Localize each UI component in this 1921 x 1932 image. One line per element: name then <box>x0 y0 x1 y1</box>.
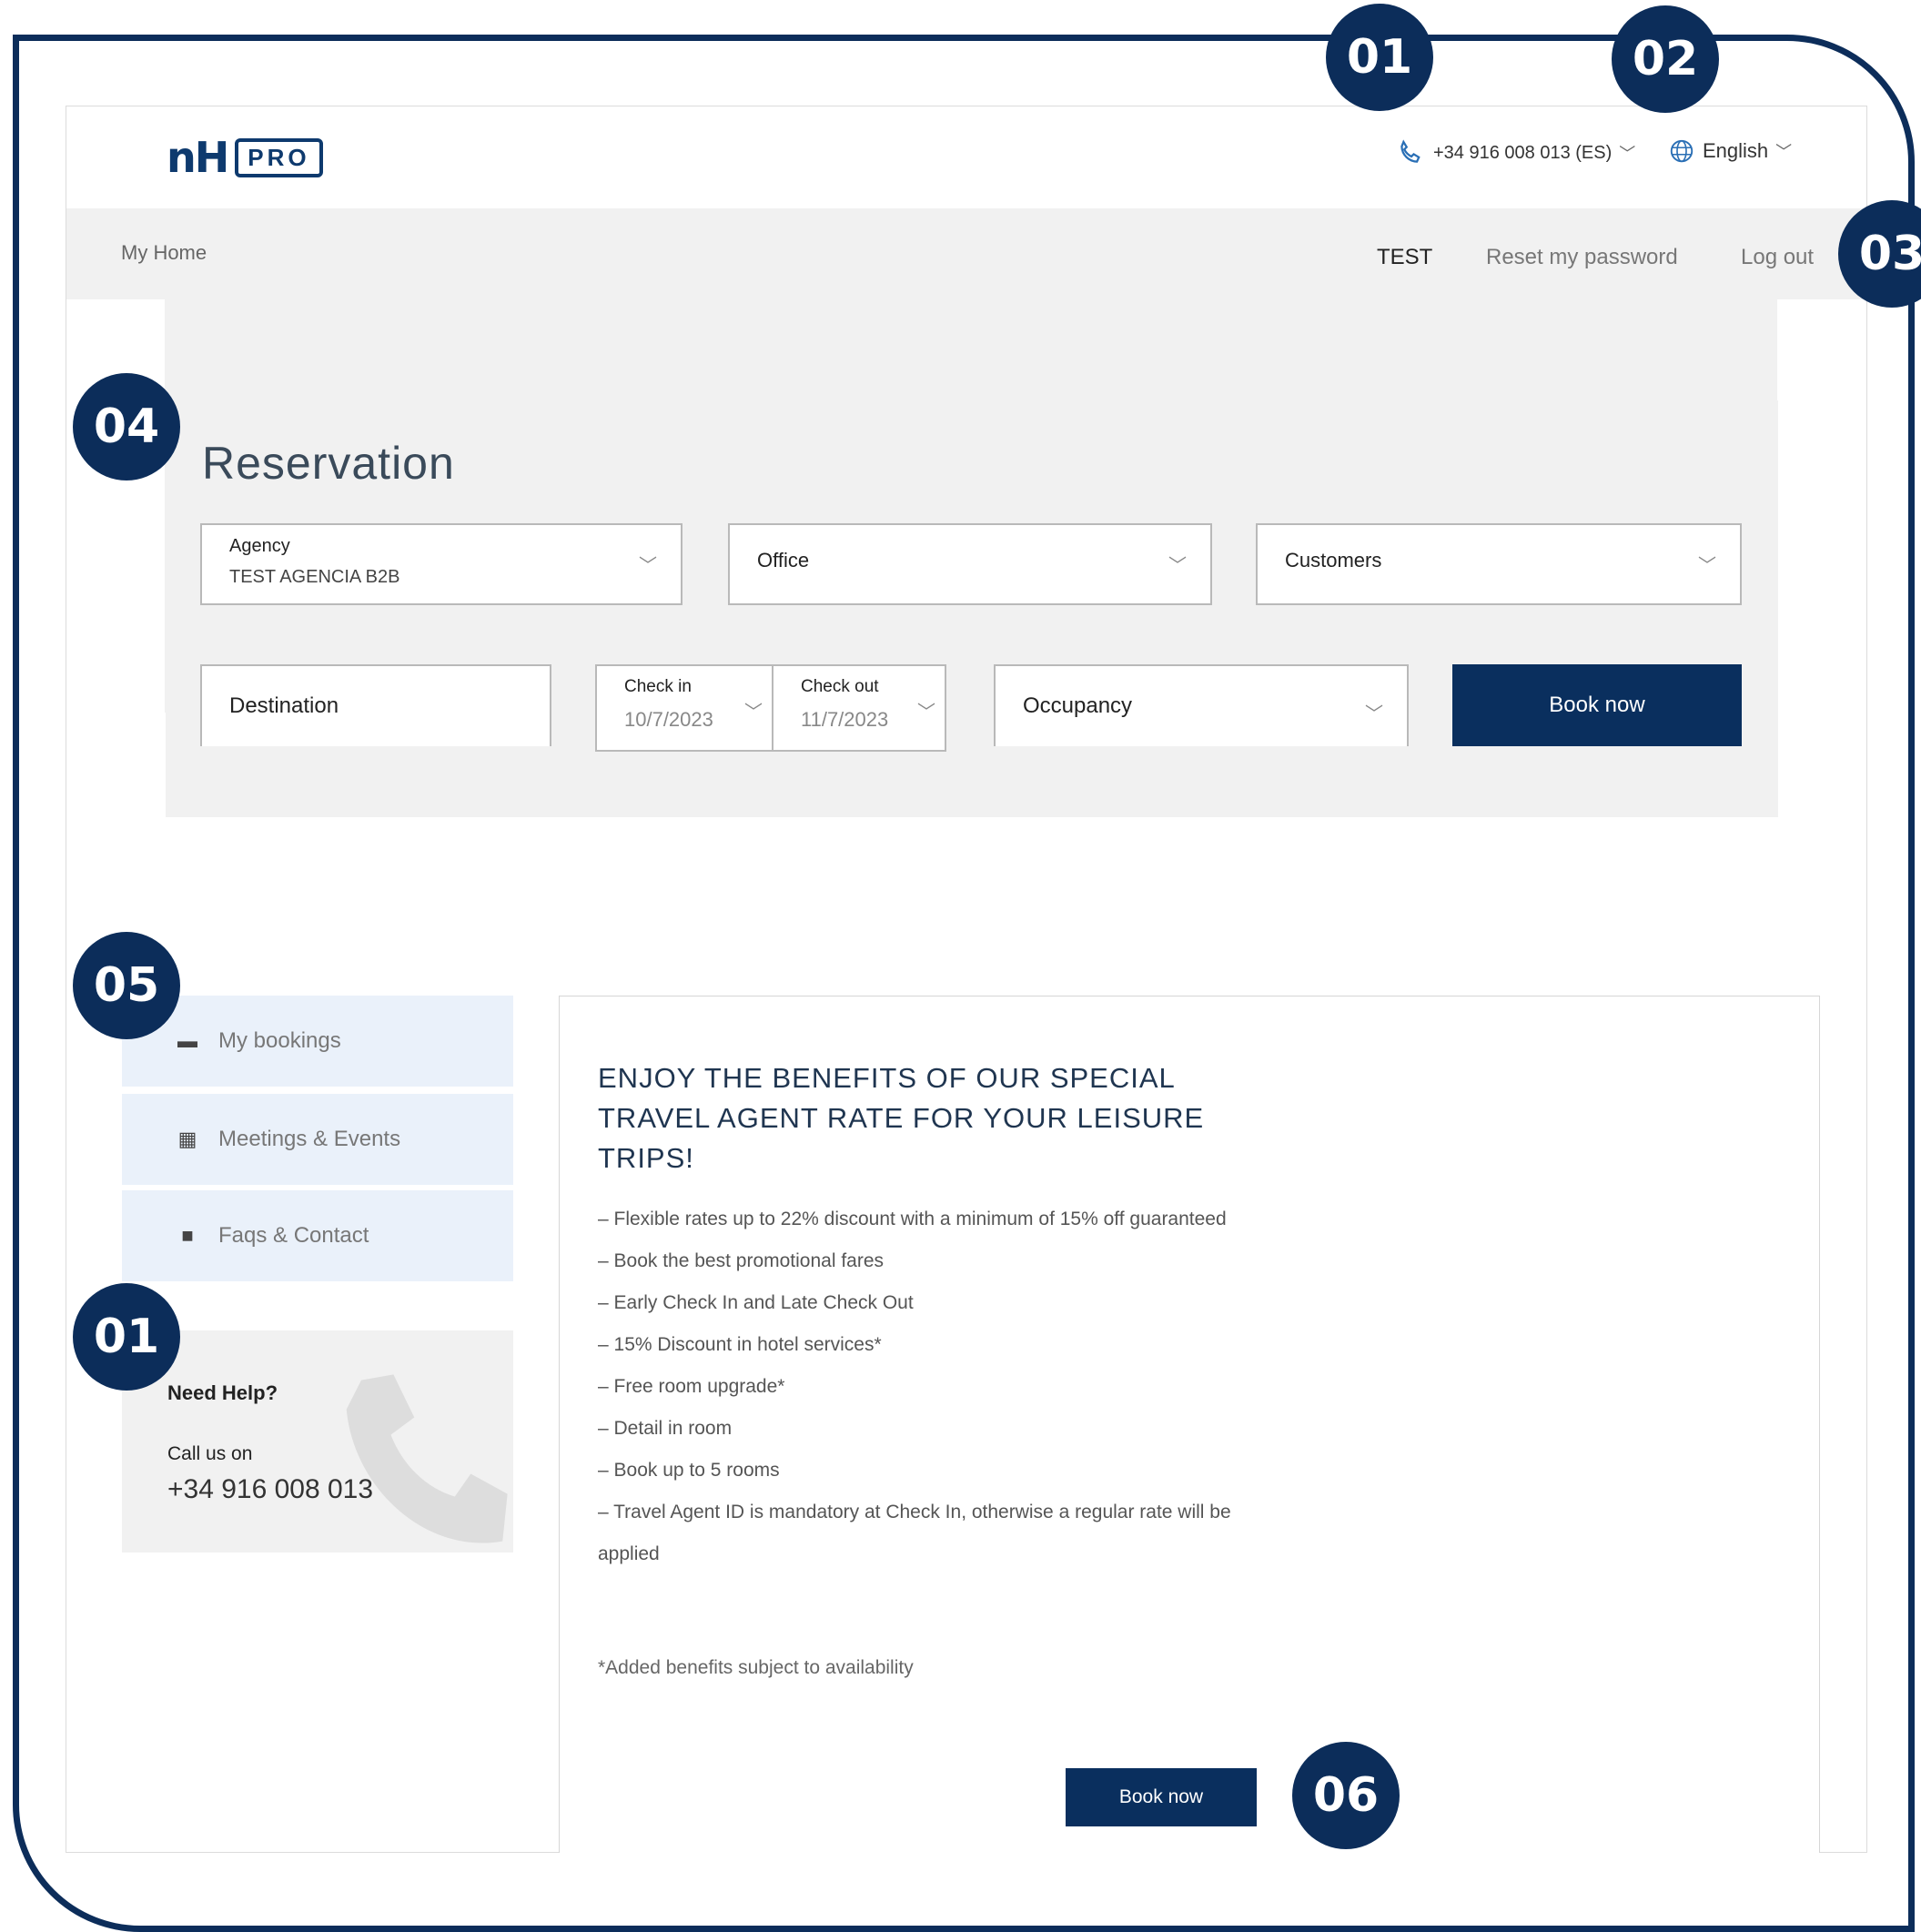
top-header: nH PRO +34 916 008 013 (ES) ﹀ English ﹀ <box>66 106 1866 208</box>
sidebar-item-label: Faqs & Contact <box>218 1223 369 1248</box>
office-label: Office <box>757 549 810 572</box>
list-item: – Detail in room <box>598 1418 733 1439</box>
nav-user-name: TEST <box>1377 245 1433 269</box>
office-select[interactable]: Office ﹀ <box>728 523 1212 605</box>
marker-01-help: 01 <box>73 1283 180 1391</box>
book-now-button[interactable]: Book now <box>1452 664 1742 746</box>
agency-label: Agency <box>229 536 290 556</box>
list-item: – Free room upgrade* <box>598 1376 785 1397</box>
checkout-date-field[interactable]: Check out 11/7/2023 ﹀ <box>772 664 946 752</box>
agency-value: TEST AGENCIA B2B <box>229 567 400 587</box>
sidebar-item-meetings-events[interactable]: ▦ Meetings & Events <box>122 1094 513 1185</box>
language-selector[interactable]: English ﹀ <box>1668 137 1792 165</box>
nav-bar: My Home TEST Reset my password Log out <box>66 208 1866 299</box>
list-item: – Book the best promotional fares <box>598 1250 885 1271</box>
language-label: English <box>1703 139 1769 162</box>
reservation-title: Reservation <box>202 438 455 489</box>
chevron-down-icon: ﹀ <box>1619 145 1636 163</box>
logout-link[interactable]: Log out <box>1741 245 1814 270</box>
list-item: – 15% Discount in hotel services* <box>598 1334 882 1355</box>
destination-input[interactable]: Destination <box>200 664 551 746</box>
checkin-date-field[interactable]: Check in 10/7/2023 ﹀ <box>595 664 773 752</box>
promo-availability-note: *Added benefits subject to availability <box>598 1657 914 1678</box>
help-phone-number[interactable]: +34 916 008 013 <box>167 1474 373 1505</box>
help-box: Need Help? Call us on +34 916 008 013 <box>122 1330 513 1553</box>
chevron-down-icon: ﹀ <box>917 703 935 723</box>
phone-selector-label: +34 916 008 013 (ES) <box>1433 142 1613 163</box>
reset-password-link[interactable]: Reset my password <box>1486 245 1678 270</box>
promo-book-now-button[interactable]: Book now <box>1066 1768 1257 1826</box>
chevron-down-icon: ﹀ <box>1168 556 1187 576</box>
sidebar-item-label: My bookings <box>218 1028 341 1053</box>
globe-icon <box>1670 139 1694 163</box>
sidebar-item-label: Meetings & Events <box>218 1127 401 1151</box>
logo-pro-badge: PRO <box>235 137 323 177</box>
sidebar-item-my-bookings[interactable]: ▬ My bookings <box>122 996 513 1087</box>
marker-04-reservation: 04 <box>73 373 180 480</box>
sidebar-item-faqs-contact[interactable]: ■ Faqs & Contact <box>122 1190 513 1281</box>
nh-pro-logo[interactable]: nH PRO <box>167 133 323 182</box>
list-item: – Flexible rates up to 22% discount with… <box>598 1209 1227 1229</box>
briefcase-icon: ■ <box>181 1224 194 1247</box>
occupancy-label: Occupancy <box>1023 693 1133 718</box>
marker-02-language: 02 <box>1612 5 1719 113</box>
chevron-down-icon: ﹀ <box>1365 704 1383 724</box>
agency-select[interactable]: Agency TEST AGENCIA B2B ﹀ <box>200 523 682 605</box>
checkout-value: 11/7/2023 <box>801 708 889 731</box>
chevron-down-icon: ﹀ <box>639 556 657 576</box>
list-item: – Book up to 5 rooms <box>598 1460 780 1481</box>
promo-content: ENJOY THE BENEFITS OF OUR SPECIAL TRAVEL… <box>559 996 1820 1853</box>
destination-label: Destination <box>229 693 339 718</box>
list-item: – Travel Agent ID is mandatory at Check … <box>598 1502 1231 1564</box>
customers-select[interactable]: Customers ﹀ <box>1256 523 1742 605</box>
building-icon: ▦ <box>177 1128 197 1150</box>
promo-benefit-list: – Flexible rates up to 22% discount with… <box>598 1199 1289 1575</box>
chevron-down-icon: ﹀ <box>744 703 763 723</box>
phone-selector[interactable]: +34 916 008 013 (ES) ﹀ <box>1395 137 1635 168</box>
help-title: Need Help? <box>167 1381 278 1404</box>
chevron-down-icon: ﹀ <box>1775 143 1793 161</box>
promo-title: ENJOY THE BENEFITS OF OUR SPECIAL TRAVEL… <box>598 1062 1205 1174</box>
phone-icon <box>346 1374 508 1543</box>
chevron-down-icon: ﹀ <box>1698 556 1716 576</box>
checkin-label: Check in <box>624 677 692 696</box>
reservation-form: Reservation Agency TEST AGENCIA B2B ﹀ Of… <box>166 400 1778 817</box>
customers-label: Customers <box>1285 549 1382 572</box>
marker-05-sidebar: 05 <box>73 932 180 1039</box>
logo-nh-text: nH <box>167 133 229 182</box>
list-item: – Early Check In and Late Check Out <box>598 1292 914 1313</box>
help-call-label: Call us on <box>167 1443 253 1464</box>
marker-01-phone: 01 <box>1326 4 1433 111</box>
marker-06-book: 06 <box>1292 1742 1400 1849</box>
phone-icon <box>1400 139 1421 163</box>
nav-my-home-link[interactable]: My Home <box>121 241 207 265</box>
occupancy-select[interactable]: Occupancy ﹀ <box>994 664 1409 746</box>
checkin-value: 10/7/2023 <box>624 708 713 731</box>
bed-icon: ▬ <box>177 1029 197 1052</box>
checkout-label: Check out <box>801 677 879 696</box>
